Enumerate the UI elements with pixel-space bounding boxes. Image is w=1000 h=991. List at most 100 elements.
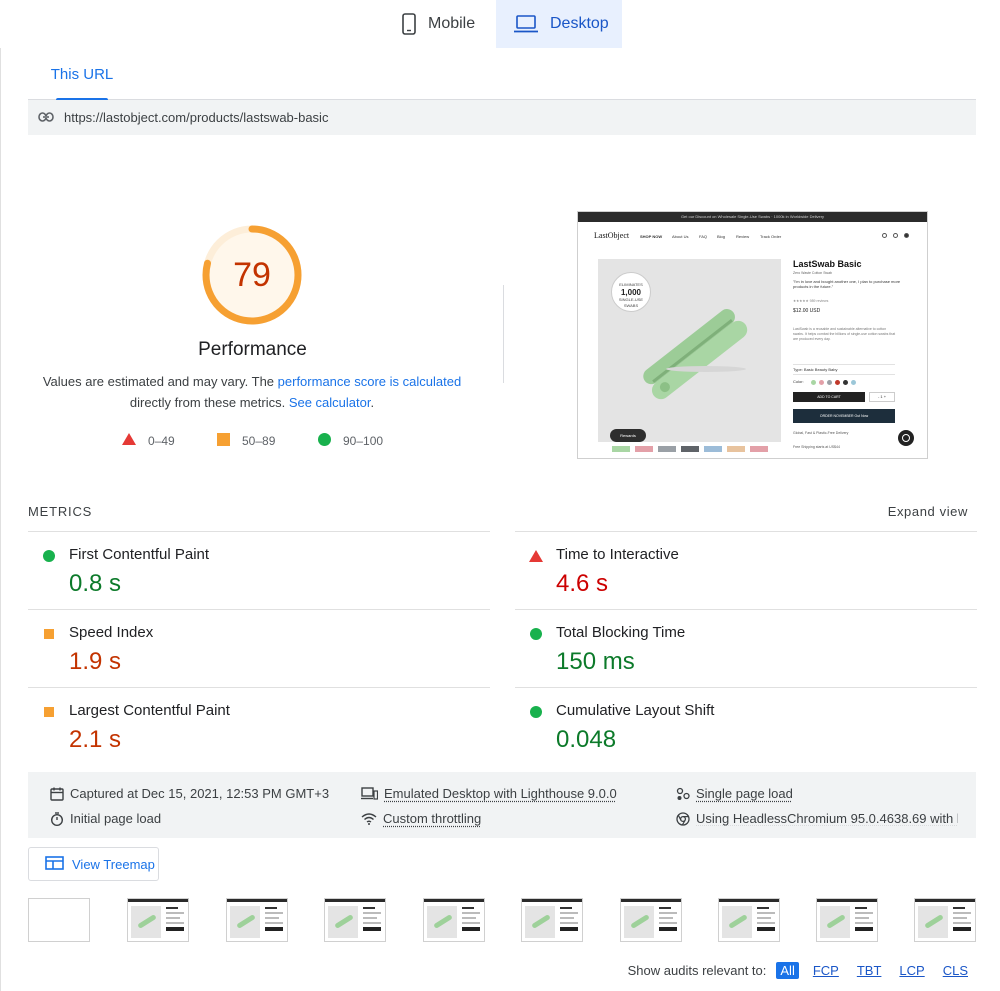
metric-value: 1.9 s — [69, 648, 122, 675]
pass-circle-icon — [530, 628, 542, 640]
legend-pass: 90–100 — [318, 433, 383, 449]
frame-topbar — [424, 899, 484, 902]
emulated-text: Emulated Desktop with Lighthouse 9.0.0 — [384, 786, 617, 801]
metric-value: 0.048 — [556, 726, 617, 753]
legend-fail-range: 0–49 — [148, 433, 175, 448]
frame-text-line — [659, 922, 677, 924]
frame-text-line — [363, 922, 381, 924]
runtime-browser[interactable]: Using HeadlessChromium 95.0.4638.69 with… — [676, 811, 958, 826]
filmstrip-frame — [324, 898, 386, 942]
wifi-icon — [361, 812, 377, 825]
frame-topbar — [621, 899, 681, 902]
frame-topbar — [227, 899, 287, 902]
performance-score: 79 — [233, 255, 271, 294]
frame-button — [855, 927, 873, 931]
metric-name: Largest Contentful Paint — [69, 702, 230, 719]
filter-chip-cls[interactable]: CLS — [939, 962, 972, 979]
frame-text-line — [166, 917, 180, 919]
audit-filter: Show audits relevant to: All FCP TBT LCP… — [628, 962, 972, 979]
runtime-single-page[interactable]: Single page load — [676, 786, 793, 801]
filmstrip-frame — [914, 898, 976, 942]
frame-topbar — [915, 899, 975, 902]
frame-text-line — [953, 912, 971, 914]
pass-circle-icon — [530, 706, 542, 718]
frame-text-line — [363, 907, 375, 909]
filter-chip-lcp[interactable]: LCP — [895, 962, 928, 979]
captured-text: Captured at Dec 15, 2021, 12:53 PM GMT+3 — [70, 786, 330, 801]
frame-text-line — [855, 922, 873, 924]
audit-filter-label: Show audits relevant to: — [627, 963, 767, 978]
filter-chip-all[interactable]: All — [776, 962, 799, 979]
circle-icon — [318, 433, 331, 449]
calendar-icon — [50, 787, 64, 801]
shot-thumb — [658, 446, 676, 452]
frame-text-line — [855, 912, 873, 914]
shot-thumb — [704, 446, 722, 452]
metric-tti: Time to Interactive 4.6 s — [515, 531, 977, 609]
shot-nav-link: About Us — [672, 234, 689, 239]
fail-triangle-icon — [529, 550, 543, 562]
tab-mobile[interactable]: Mobile — [384, 0, 496, 48]
metric-value: 4.6 s — [556, 570, 609, 597]
average-square-icon — [44, 707, 54, 717]
metric-value: 150 ms — [556, 648, 635, 675]
metric-lcp: Largest Contentful Paint 2.1 s — [28, 687, 490, 765]
frame-text-line — [659, 912, 677, 914]
shot-price: $12.00 USD — [793, 308, 821, 314]
desc-text-3: . — [370, 395, 375, 410]
frame-text-line — [363, 912, 381, 914]
runtime-emulated[interactable]: Emulated Desktop with Lighthouse 9.0.0 — [361, 786, 617, 801]
shot-thumb — [727, 446, 745, 452]
metric-tbt: Total Blocking Time 150 ms — [515, 609, 977, 687]
shot-color-swatch — [835, 380, 840, 385]
frame-text-line — [855, 907, 867, 909]
filmstrip-frame — [226, 898, 288, 942]
frame-topbar — [325, 899, 385, 902]
frame-button — [560, 927, 578, 931]
frame-button — [166, 927, 184, 931]
shot-thumb — [681, 446, 699, 452]
nodes-icon — [676, 787, 690, 801]
pass-circle-icon — [43, 550, 55, 562]
runtime-throttling[interactable]: Custom throttling — [361, 811, 481, 826]
tab-this-url[interactable]: This URL — [28, 48, 136, 101]
frame-text-line — [462, 907, 474, 909]
vertical-divider — [503, 285, 504, 383]
average-square-icon — [44, 629, 54, 639]
frame-text-line — [166, 912, 184, 914]
filmstrip-frame — [620, 898, 682, 942]
score-calculated-link[interactable]: performance score is calculated — [278, 374, 462, 389]
filter-chip-fcp[interactable]: FCP — [809, 962, 843, 979]
view-treemap-button[interactable]: View Treemap — [28, 847, 159, 881]
frame-text-line — [166, 907, 178, 909]
shot-product-info: LastSwab Basic Zero Waste Cotton Swab "I… — [793, 259, 903, 458]
see-calculator-link[interactable]: See calculator — [289, 395, 371, 410]
shot-color-swatch — [827, 380, 832, 385]
shot-search-icon — [893, 233, 898, 238]
square-icon — [217, 433, 230, 449]
tab-desktop[interactable]: Desktop — [496, 0, 622, 48]
frame-text-line — [953, 907, 965, 909]
shot-nav-link: Track Order — [760, 234, 782, 239]
frame-topbar — [128, 899, 188, 902]
expand-view-toggle[interactable]: Expand view — [888, 504, 968, 519]
shot-announcement: Get our Discount on Wholesale Single-Use… — [578, 212, 927, 222]
shot-promo-banner: ORDER NOVEMBER Out Now — [793, 409, 895, 423]
shot-color-swatch — [851, 380, 856, 385]
frame-text-line — [560, 907, 572, 909]
frame-text-line — [462, 922, 480, 924]
shot-nav: LastObject SHOP NOW About Us FAQ Blog Re… — [578, 224, 927, 248]
filmstrip-frame — [521, 898, 583, 942]
frame-text-line — [363, 917, 377, 919]
filter-chip-tbt[interactable]: TBT — [853, 962, 886, 979]
frame-text-line — [462, 917, 476, 919]
frame-text-line — [265, 922, 283, 924]
final-screenshot[interactable]: Get our Discount on Wholesale Single-Use… — [577, 211, 928, 459]
shot-thumb — [635, 446, 653, 452]
filmstrip-frame — [28, 898, 90, 942]
desc-text-1: Values are estimated and may vary. The — [42, 374, 278, 389]
left-border — [0, 48, 1, 991]
frame-text-line — [953, 922, 971, 924]
tab-mobile-label: Mobile — [428, 15, 476, 32]
performance-label: Performance — [198, 339, 307, 360]
